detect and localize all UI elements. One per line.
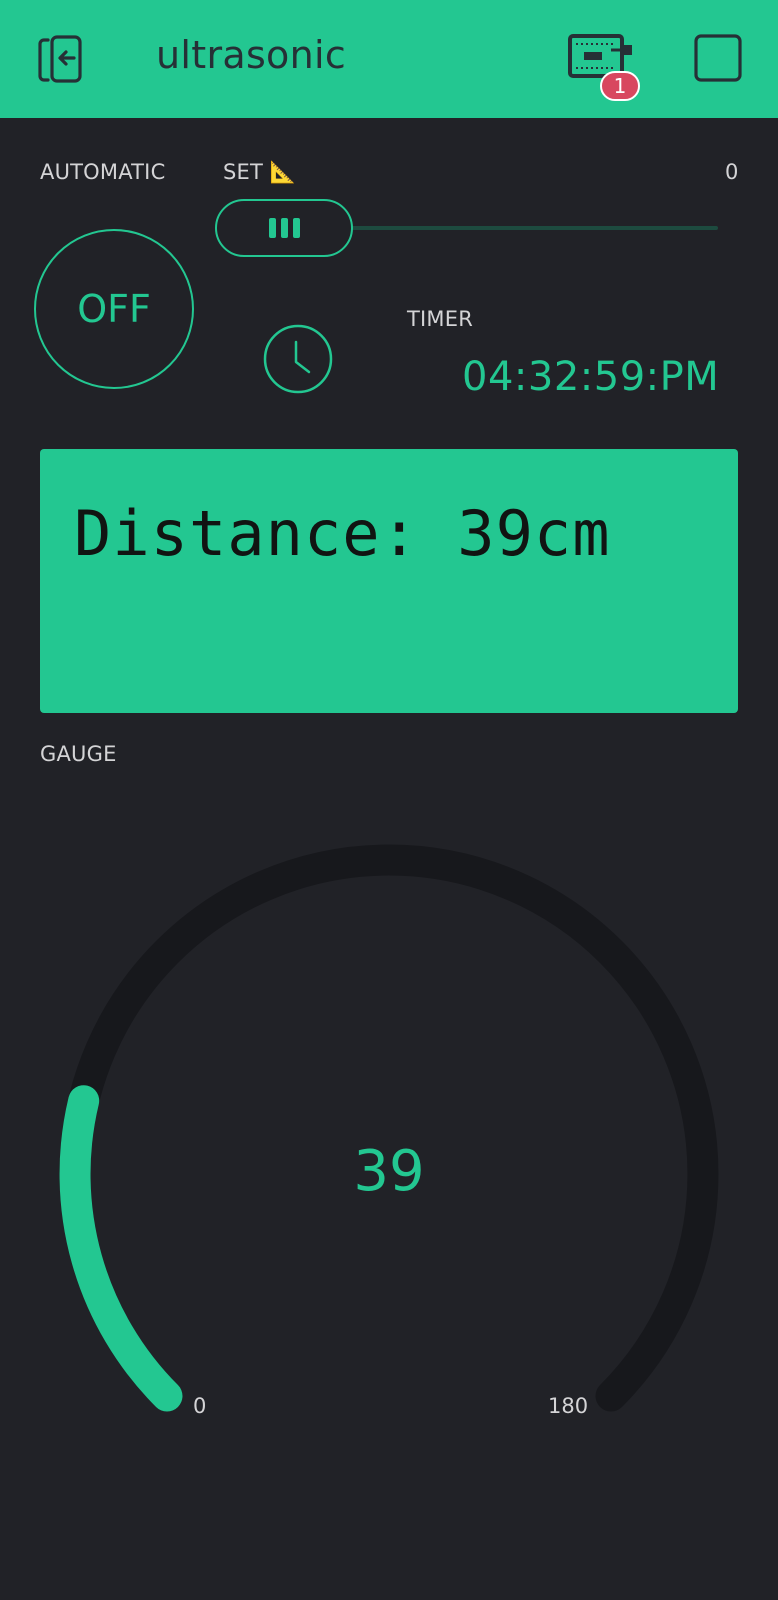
gauge-max-label: 180 <box>548 1394 589 1418</box>
set-slider-value: 0 <box>725 160 739 184</box>
set-slider-track[interactable] <box>350 226 718 230</box>
automatic-label: AUTOMATIC <box>40 160 166 184</box>
gauge <box>59 844 719 1412</box>
device-badge: 1 <box>600 71 640 101</box>
set-slider-label: SET 📐 <box>223 160 297 184</box>
app-title: ultrasonic <box>156 33 347 77</box>
set-slider-handle[interactable] <box>215 199 353 257</box>
exit-app-icon[interactable] <box>34 34 86 86</box>
timer-value[interactable]: 04:32:59:PM <box>462 354 719 400</box>
timer-label: TIMER <box>407 307 473 331</box>
lcd-line-1: Distance: 39cm <box>74 497 611 570</box>
slider-grip <box>280 218 288 238</box>
automatic-toggle-button[interactable]: OFF <box>34 229 194 389</box>
top-app-bar: ultrasonic 1 <box>0 0 778 118</box>
gauge-min-label: 0 <box>193 1394 207 1418</box>
gauge-label: GAUGE <box>40 742 117 766</box>
clock-icon[interactable] <box>263 324 333 398</box>
slider-grip <box>268 218 276 238</box>
gauge-track <box>59 844 719 1412</box>
lcd-display: Distance: 39cm <box>40 449 738 713</box>
automatic-state-text: OFF <box>77 287 151 331</box>
gauge-fill <box>59 1085 183 1412</box>
slider-grip <box>292 218 300 238</box>
stop-square-icon[interactable] <box>694 34 742 82</box>
gauge-value: 39 <box>353 1139 425 1204</box>
